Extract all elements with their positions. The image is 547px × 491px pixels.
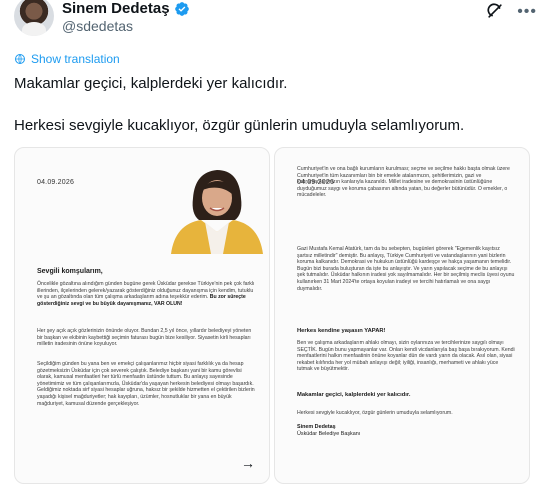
grok-icon[interactable] <box>485 1 505 21</box>
letter-greeting: Sevgili komşularım, <box>37 268 103 275</box>
author-name-row: Sinem Dedetaş <box>62 0 190 17</box>
verified-badge-icon <box>174 1 189 16</box>
letter-date: 04.09.2026 <box>37 179 75 186</box>
signature-title: Üsküdar Belediye Başkanı <box>297 431 361 437</box>
tweet-header: Sinem Dedetaş @sdedetas ••• <box>0 0 547 42</box>
letter-paragraph: Öncelikle gözaltına alındığım günden bug… <box>37 281 255 307</box>
letter-paragraph: Cumhuriyet'in ve ona bağlı kurumların ku… <box>297 166 510 199</box>
letter-image-left[interactable]: 04.09.2026 Sevgili komşularım, Öncelikle… <box>14 147 270 484</box>
letter-heading: Herkes kendine yaşasın YAPAR! <box>297 328 386 334</box>
letter-paragraph: Ben ve çalışma arkadaşlarım ahlakı olmay… <box>297 340 515 373</box>
letter-paragraph: Gazi Mustafa Kemal Atatürk, tam da bu se… <box>297 246 515 292</box>
more-options-icon[interactable]: ••• <box>517 3 537 21</box>
show-translation-label: Show translation <box>31 52 120 66</box>
author-name[interactable]: Sinem Dedetaş <box>62 0 170 17</box>
media-grid: 04.09.2026 Sevgili komşularım, Öncelikle… <box>14 147 531 484</box>
globe-icon <box>15 54 25 64</box>
letter-paragraph: Her şey açık açık gözlerinizin önünde ol… <box>37 328 252 348</box>
next-arrow-icon[interactable]: → <box>241 455 255 471</box>
avatar[interactable] <box>14 0 54 36</box>
letter-signature: Sinem Dedetaş Üsküdar Belediye Başkanı <box>297 424 360 438</box>
tweet-text-line-1: Makamlar geçici, kalplerdeki yer kalıcıd… <box>14 75 288 92</box>
letter-paragraph: Herkesi sevgiyle kucaklıyor, özgür günle… <box>297 410 453 416</box>
tweet-text-line-2: Herkesi sevgiyle kucaklıyor, özgür günle… <box>14 117 465 134</box>
show-translation-link[interactable]: Show translation <box>14 52 120 66</box>
letter-quote: Makamlar geçici, kalplerdeki yer kalıcıd… <box>297 392 411 398</box>
letter-paragraph: Seçildiğim günden bu yana ben ve emekçi … <box>37 361 255 407</box>
letter-image-right[interactable]: 04.09.2026 Cumhuriyet'in ve ona bağlı ku… <box>274 147 530 484</box>
author-handle[interactable]: @sdedetas <box>62 18 133 34</box>
portrait-photo <box>165 158 267 254</box>
signature-name: Sinem Dedetaş <box>297 424 336 430</box>
